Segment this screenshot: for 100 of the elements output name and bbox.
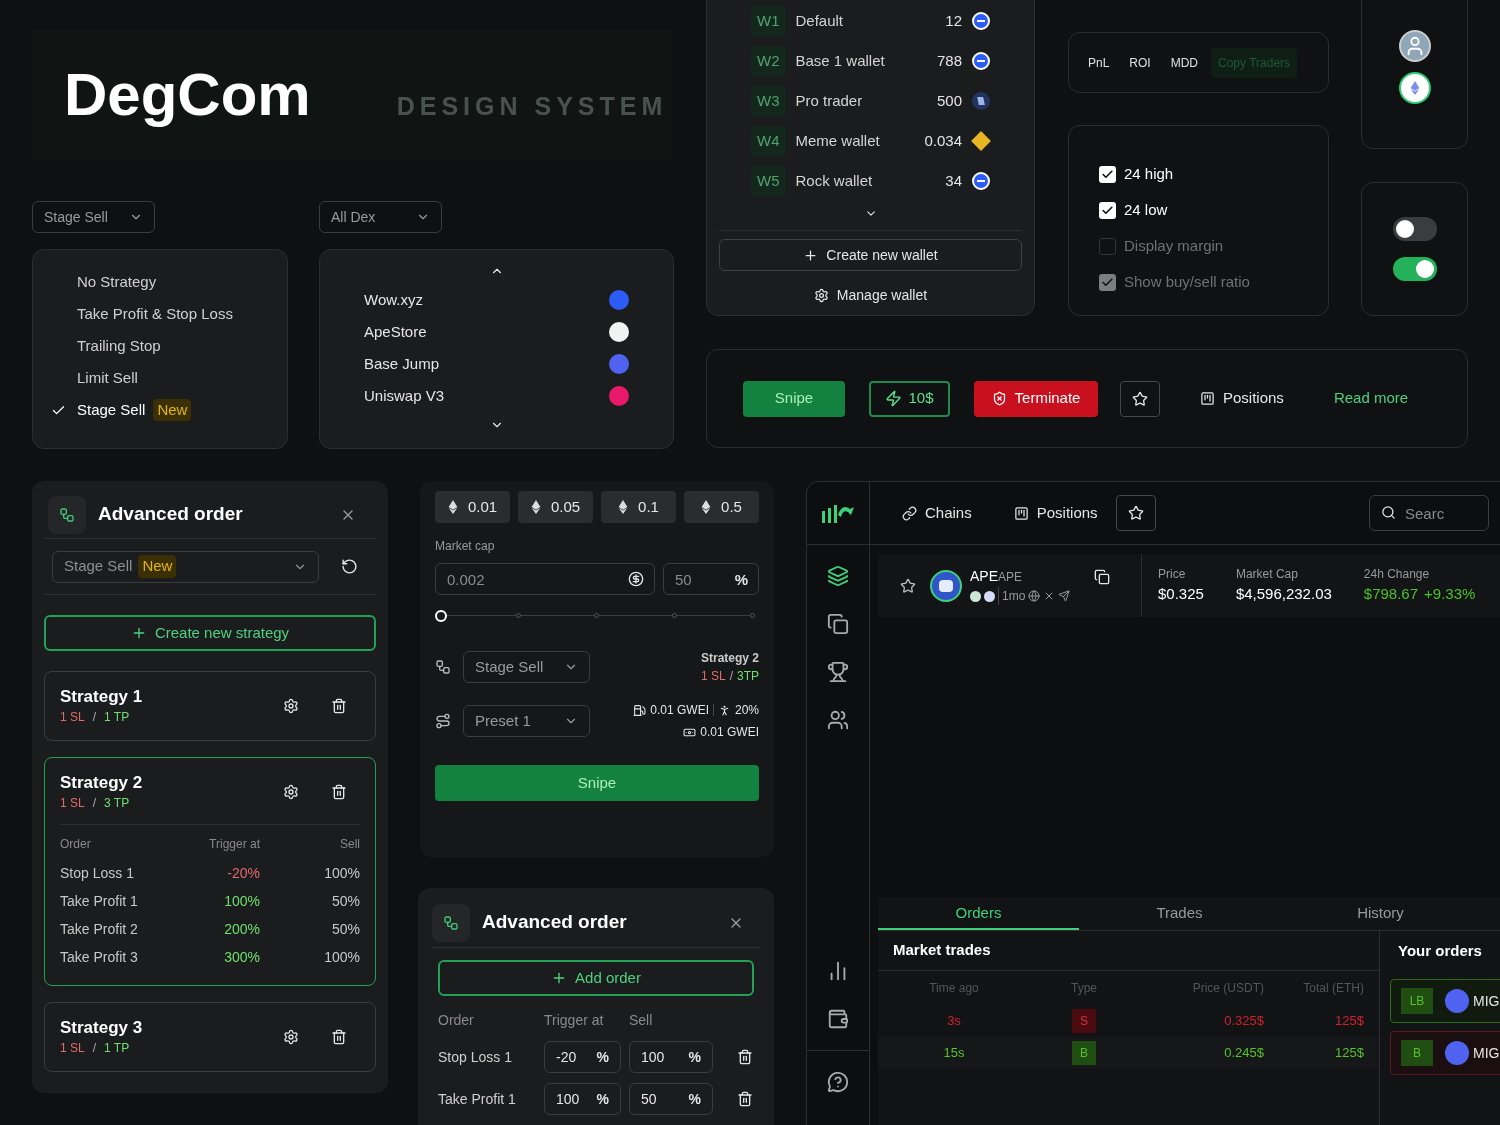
terminate-button[interactable]: Terminate	[974, 380, 1098, 417]
favorite-button[interactable]	[1115, 495, 1156, 531]
table-cell-text: Take Profit 1	[60, 891, 139, 911]
tab[interactable]: Orders	[878, 898, 1079, 930]
users-icon[interactable]	[827, 709, 849, 731]
checkbox[interactable]	[1099, 201, 1116, 219]
create-strategy-button[interactable]: Create new strategy	[44, 615, 376, 651]
favorite-button[interactable]	[1120, 380, 1160, 417]
wallet-row[interactable]: W1 Default 12	[751, 1, 990, 41]
reset-icon[interactable]	[341, 558, 358, 575]
tab[interactable]: MDD	[1163, 47, 1206, 78]
chain-badge-icon	[984, 590, 995, 602]
tab[interactable]: PnL	[1081, 47, 1117, 78]
shield-x-icon	[991, 391, 1007, 406]
trigger-field[interactable]: 100 %	[544, 1083, 621, 1115]
toggle-switch[interactable]	[1392, 257, 1437, 281]
copy-icon[interactable]	[827, 613, 849, 635]
tab[interactable]: History	[1280, 898, 1481, 930]
menu-item[interactable]: Wow.xyz	[364, 284, 629, 316]
table-cell-text: 50%	[330, 919, 360, 939]
wallet-row[interactable]: W2 Base 1 wallet 788	[751, 41, 990, 81]
percent-unit: %	[734, 570, 748, 590]
add-order-button[interactable]: Add order	[438, 960, 754, 996]
tab[interactable]: Trades	[1079, 898, 1280, 930]
checkbox[interactable]	[1099, 165, 1116, 183]
snipe-button[interactable]: Snipe	[743, 380, 845, 417]
help-icon[interactable]	[827, 1071, 849, 1093]
amount-button[interactable]: 10$	[869, 380, 950, 417]
menu-item[interactable]: ApeStore	[364, 316, 629, 348]
order-card[interactable]: LB MIG	[1390, 979, 1500, 1023]
trigger-value: -20%	[226, 863, 260, 883]
search-field[interactable]: Searc	[1369, 495, 1489, 531]
create-wallet-button[interactable]: Create new wallet	[719, 239, 1022, 271]
menu-item[interactable]: Stage Sell New	[51, 394, 269, 426]
trash-icon[interactable]	[737, 1049, 753, 1065]
menu-item[interactable]: No Strategy	[51, 266, 269, 298]
wallet-row[interactable]: W4 Meme wallet 0.034	[751, 121, 990, 161]
sell-field[interactable]: 100 %	[629, 1041, 713, 1073]
dropdown-select[interactable]: Stage Sell	[32, 201, 155, 233]
strategy-select[interactable]: Stage Sell	[463, 651, 590, 683]
amount-chip[interactable]: 0.1	[601, 491, 676, 523]
send-icon[interactable]	[1058, 590, 1071, 602]
coin-icon	[972, 172, 990, 190]
slider-thumb[interactable]	[435, 610, 447, 622]
toggle-switch[interactable]	[1392, 217, 1437, 241]
settings-icon[interactable]	[283, 1029, 299, 1045]
trash-icon[interactable]	[331, 784, 347, 800]
amount-chip[interactable]: 0.5	[684, 491, 759, 523]
plus-icon	[803, 247, 819, 263]
separator: /	[729, 668, 733, 685]
market-cap-field[interactable]: 0.002	[435, 563, 655, 595]
menu-item[interactable]: Base Jump	[364, 348, 629, 380]
strategy-card[interactable]: Strategy 2 1 SL / 3 TP Order Trigger at Sell Stop Loss 1 -20% 100% Take Profit 1 100% 50% Take Profit 2 200% 50% Take Profit 3 300% 100%	[44, 757, 376, 986]
star-icon[interactable]	[900, 577, 916, 594]
settings-icon[interactable]	[283, 698, 299, 714]
copy-icon[interactable]	[1094, 569, 1111, 585]
stop-loss-count: 1 SL	[60, 1040, 85, 1057]
wallet-row[interactable]: W5 Rock wallet 34	[751, 161, 990, 201]
token-ticker: APE	[998, 569, 1023, 586]
manage-wallet-button[interactable]: Manage wallet	[719, 275, 1022, 315]
trigger-field[interactable]: -20 %	[544, 1041, 621, 1073]
field-value: 100	[556, 1089, 580, 1109]
layers-icon[interactable]	[827, 565, 849, 587]
settings-icon[interactable]	[283, 784, 299, 800]
trash-icon[interactable]	[737, 1091, 753, 1107]
globe-icon[interactable]	[1028, 590, 1041, 602]
snipe-button[interactable]: Snipe	[435, 765, 759, 801]
strategy-card[interactable]: Strategy 1 1 SL / 1 TP	[44, 671, 376, 741]
trash-icon[interactable]	[331, 1029, 347, 1045]
wallet-icon[interactable]	[827, 1008, 849, 1030]
preset-select[interactable]: Preset 1	[463, 705, 590, 737]
menu-item[interactable]: Trailing Stop	[51, 330, 269, 362]
take-profit-count: 1 TP	[104, 709, 130, 726]
menu-item[interactable]: Take Profit & Stop Loss	[51, 298, 269, 330]
dropdown-select[interactable]: All Dex	[319, 201, 442, 233]
strategy-card[interactable]: Strategy 3 1 SL / 1 TP	[44, 1002, 376, 1072]
trash-icon[interactable]	[331, 698, 347, 714]
wallet-tag: W4	[751, 125, 786, 157]
trophy-icon[interactable]	[827, 661, 849, 683]
wallet-row[interactable]: W3 Pro trader 500	[751, 81, 990, 121]
tab[interactable]: ROI	[1122, 47, 1158, 78]
amount-chip[interactable]: 0.05	[518, 491, 593, 523]
separator: /	[92, 1040, 97, 1057]
order-card[interactable]: B MIG	[1390, 1031, 1500, 1075]
nav-link[interactable]: Positions	[1011, 496, 1100, 530]
positions-button[interactable]: Positions	[1184, 380, 1300, 417]
table-cell-text: Take Profit 3	[60, 947, 139, 967]
trigger-value: 200%	[223, 919, 260, 939]
sell-field[interactable]: 50 %	[629, 1083, 713, 1115]
amount-chip[interactable]: 0.01	[435, 491, 510, 523]
ethereum-icon	[618, 500, 629, 514]
field-label: Market cap	[435, 538, 496, 555]
wallet-name: Base 1 wallet	[795, 50, 886, 71]
wallet-balance: 34	[945, 170, 962, 191]
nav-link[interactable]: Chains	[900, 496, 974, 530]
new-badge: New	[153, 398, 192, 422]
read-more-link[interactable]: Read more	[1333, 387, 1409, 410]
strategy-select[interactable]: Stage Sell New	[52, 550, 319, 583]
menu-item[interactable]: Uniswap V3	[364, 380, 629, 412]
menu-item[interactable]: Limit Sell	[51, 362, 269, 394]
